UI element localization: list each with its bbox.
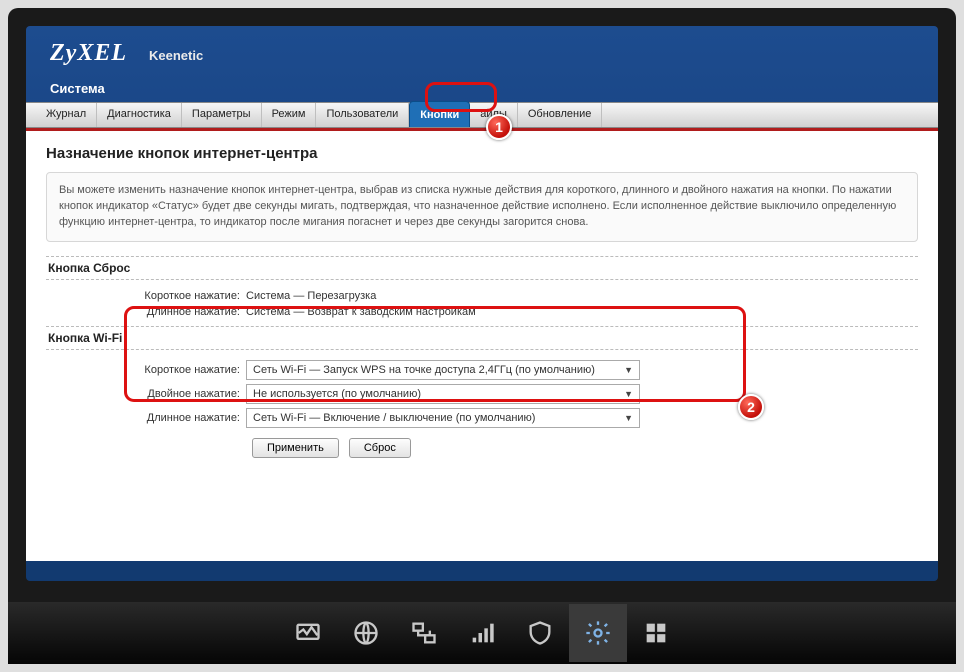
taskbar-globe-icon[interactable]	[337, 604, 395, 662]
taskbar-gear-icon[interactable]	[569, 604, 627, 662]
taskbar-signal-icon[interactable]	[453, 604, 511, 662]
wifi-long-label: Длинное нажатие:	[46, 412, 246, 424]
bottom-taskbar	[8, 602, 956, 664]
reset-button[interactable]: Сброс	[349, 438, 411, 458]
taskbar-shield-icon[interactable]	[511, 604, 569, 662]
model-name: Keenetic	[149, 48, 203, 63]
tab-users[interactable]: Пользователи	[316, 103, 409, 127]
header: ZyXEL Keenetic Система	[26, 26, 938, 102]
wifi-short-select[interactable]: Сеть Wi-Fi — Запуск WPS на точке доступа…	[246, 360, 640, 380]
tab-log[interactable]: Журнал	[36, 103, 97, 127]
reset-long-value: Система — Возврат к заводским настройкам	[246, 306, 476, 318]
reset-short-value: Система — Перезагрузка	[246, 290, 376, 302]
info-box: Вы можете изменить назначение кнопок инт…	[46, 172, 918, 242]
wifi-double-label: Двойное нажатие:	[46, 388, 246, 400]
wifi-double-select[interactable]: Не используется (по умолчанию) ▼	[246, 384, 640, 404]
tab-mode[interactable]: Режим	[262, 103, 317, 127]
wifi-long-value: Сеть Wi-Fi — Включение / выключение (по …	[253, 412, 535, 424]
tab-files[interactable]: айлы	[470, 103, 518, 127]
caret-down-icon: ▼	[624, 389, 633, 399]
router-admin-window: ZyXEL Keenetic Система Журнал Диагностик…	[26, 26, 938, 581]
wifi-short-value: Сеть Wi-Fi — Запуск WPS на точке доступа…	[253, 364, 595, 376]
tab-buttons[interactable]: Кнопки	[409, 101, 470, 127]
wifi-short-row: Короткое нажатие: Сеть Wi-Fi — Запуск WP…	[46, 360, 918, 380]
brand-logo: ZyXEL	[50, 40, 127, 67]
wifi-long-row: Длинное нажатие: Сеть Wi-Fi — Включение …	[46, 408, 918, 428]
tabs-bar: Журнал Диагностика Параметры Режим Польз…	[26, 102, 938, 128]
content-panel: Назначение кнопок интернет-центра Вы мож…	[26, 131, 938, 561]
page-title: Назначение кнопок интернет-центра	[46, 145, 918, 162]
taskbar-apps-icon[interactable]	[627, 604, 685, 662]
reset-short-label: Короткое нажатие:	[46, 290, 246, 302]
reset-short-row: Короткое нажатие: Система — Перезагрузка	[46, 290, 918, 302]
tab-parameters[interactable]: Параметры	[182, 103, 262, 127]
tab-diagnostics[interactable]: Диагностика	[97, 103, 182, 127]
tab-update[interactable]: Обновление	[518, 103, 603, 127]
reset-long-label: Длинное нажатие:	[46, 306, 246, 318]
taskbar-network-icon[interactable]	[395, 604, 453, 662]
group-wifi-title: Кнопка Wi-Fi	[46, 326, 918, 350]
group-reset-title: Кнопка Сброс	[46, 256, 918, 280]
wifi-double-value: Не используется (по умолчанию)	[253, 388, 421, 400]
apply-button[interactable]: Применить	[252, 438, 339, 458]
wifi-short-label: Короткое нажатие:	[46, 364, 246, 376]
reset-long-row: Длинное нажатие: Система — Возврат к зав…	[46, 306, 918, 318]
wifi-double-row: Двойное нажатие: Не используется (по умо…	[46, 384, 918, 404]
caret-down-icon: ▼	[624, 413, 633, 423]
section-title: Система	[50, 81, 914, 96]
caret-down-icon: ▼	[624, 365, 633, 375]
wifi-long-select[interactable]: Сеть Wi-Fi — Включение / выключение (по …	[246, 408, 640, 428]
taskbar-monitor-icon[interactable]	[279, 604, 337, 662]
